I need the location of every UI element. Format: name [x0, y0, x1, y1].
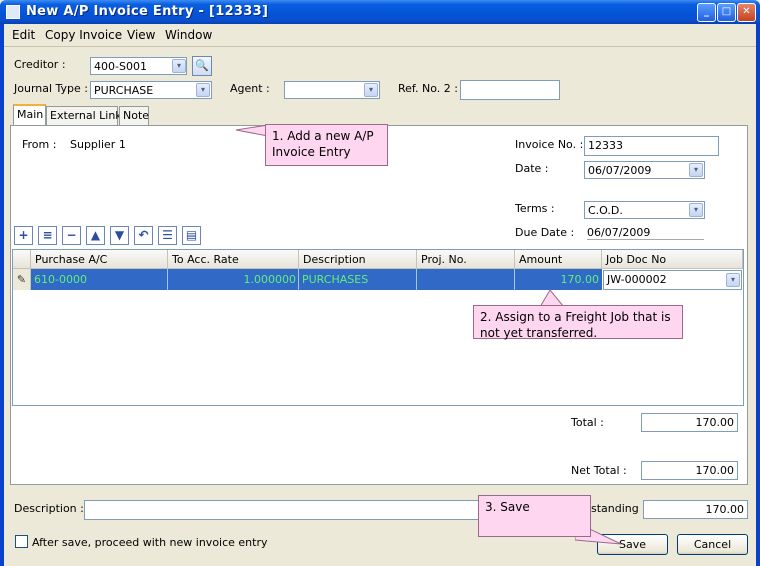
callout-3: 3. Save	[478, 495, 591, 537]
creditor-label: Creditor :	[14, 58, 66, 71]
insert-row-icon[interactable]: ≡	[38, 226, 57, 245]
minimize-button[interactable]: _	[697, 3, 716, 22]
proceed-new-checkbox[interactable]	[15, 535, 28, 548]
terms-label: Terms :	[515, 202, 555, 215]
invoice-no-input[interactable]: 12333	[584, 136, 719, 156]
app-icon	[6, 5, 20, 19]
col-description[interactable]: Description	[299, 250, 417, 269]
cell-amount[interactable]: 170.00	[517, 273, 600, 286]
description-input[interactable]	[84, 500, 504, 520]
menu-view[interactable]: View	[127, 28, 155, 42]
description-label: Description :	[14, 502, 84, 515]
move-down-icon[interactable]: ▼	[110, 226, 129, 245]
tab-external-links[interactable]: External Links	[46, 106, 127, 125]
add-row-icon[interactable]: +	[14, 226, 33, 245]
close-button[interactable]: ✕	[737, 3, 756, 22]
menu-edit[interactable]: Edit	[12, 28, 35, 42]
cell-purchase-ac[interactable]: 610-0000	[34, 273, 87, 286]
due-date-label: Due Date :	[515, 226, 575, 239]
total-label: Total :	[571, 416, 604, 429]
tab-main[interactable]: Main	[13, 104, 46, 125]
date-picker[interactable]: 06/07/2009	[584, 161, 705, 179]
invoice-no-label: Invoice No. :	[515, 138, 584, 151]
window-title: New A/P Invoice Entry - [12333]	[26, 4, 269, 19]
chevron-down-icon[interactable]: ▾	[689, 163, 703, 177]
tab-note[interactable]: Note	[119, 106, 149, 125]
cancel-button[interactable]: Cancel	[677, 534, 748, 555]
grid-divider	[298, 269, 299, 290]
cell-description[interactable]: PURCHASES	[302, 273, 368, 286]
from-value: Supplier 1	[70, 138, 126, 151]
ref-no-input[interactable]	[460, 80, 560, 100]
from-label: From :	[22, 138, 57, 151]
grid-divider	[514, 269, 515, 290]
window-frame-left	[0, 24, 4, 566]
net-total-value: 170.00	[641, 461, 738, 480]
move-up-icon[interactable]: ▲	[86, 226, 105, 245]
maximize-button[interactable]: □	[717, 3, 736, 22]
col-proj-no[interactable]: Proj. No.	[417, 250, 515, 269]
proceed-new-label: After save, proceed with new invoice ent…	[32, 536, 268, 549]
col-to-acc-rate[interactable]: To Acc. Rate	[168, 250, 299, 269]
list-icon[interactable]: ☰	[158, 226, 177, 245]
callout-2: 2. Assign to a Freight Job that is not y…	[473, 305, 683, 340]
due-date-value: 06/07/2009	[587, 226, 704, 240]
col-purchase-ac[interactable]: Purchase A/C	[31, 250, 168, 269]
menu-window[interactable]: Window	[165, 28, 212, 42]
chevron-down-icon[interactable]: ▾	[196, 83, 210, 97]
cell-to-acc-rate[interactable]: 1.000000	[170, 273, 297, 286]
net-total-label: Net Total :	[571, 464, 627, 477]
terms-select[interactable]: C.O.D.	[584, 201, 705, 219]
grid-divider	[167, 269, 168, 290]
chevron-down-icon[interactable]: ▾	[689, 203, 703, 217]
menu-copy-invoice[interactable]: Copy Invoice	[45, 28, 122, 42]
undo-icon[interactable]: ↶	[134, 226, 153, 245]
outstanding-label: standing :	[591, 502, 646, 515]
search-icon[interactable]: 🔍	[192, 56, 212, 76]
journal-type-select[interactable]: PURCHASE	[90, 81, 212, 99]
details-icon[interactable]: ▤	[182, 226, 201, 245]
journal-type-label: Journal Type :	[14, 82, 89, 95]
cell-job-doc-no[interactable]: JW-000002	[603, 270, 742, 290]
chevron-down-icon[interactable]: ▾	[172, 59, 186, 73]
agent-label: Agent :	[230, 82, 270, 95]
ref-no-label: Ref. No. 2 :	[398, 82, 458, 95]
delete-row-icon[interactable]: −	[62, 226, 81, 245]
outstanding-value: 170.00	[643, 500, 748, 519]
grid-divider	[416, 269, 417, 290]
chevron-down-icon[interactable]: ▾	[726, 273, 740, 287]
row-indicator-header	[13, 250, 31, 269]
chevron-down-icon[interactable]: ▾	[364, 83, 378, 97]
total-value: 170.00	[641, 413, 738, 432]
window-frame-right	[756, 24, 760, 566]
date-label: Date :	[515, 162, 549, 175]
col-job-doc-no[interactable]: Job Doc No	[602, 250, 743, 269]
callout-1-pointer	[235, 124, 269, 137]
edit-pencil-icon: ✎	[13, 269, 31, 290]
callout-1: 1. Add a new A/P Invoice Entry	[265, 124, 388, 166]
col-amount[interactable]: Amount	[515, 250, 602, 269]
